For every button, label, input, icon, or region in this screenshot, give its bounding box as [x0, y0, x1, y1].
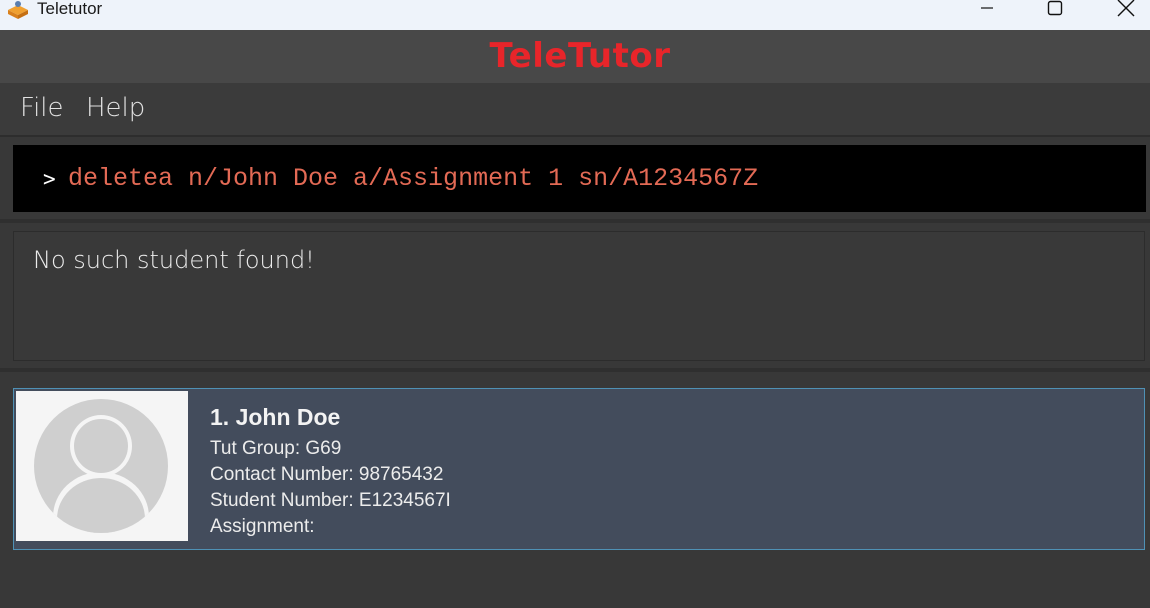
- command-prompt: >: [43, 167, 56, 191]
- command-box[interactable]: > deletea n/John Doe a/Assignment 1 sn/A…: [13, 145, 1146, 212]
- result-message: No such student found!: [33, 246, 315, 274]
- student-tut-group: Tut Group: G69: [210, 438, 342, 459]
- divider: [0, 368, 1150, 372]
- window-titlebar: Teletutor: [0, 0, 1150, 30]
- app-book-icon: [6, 0, 30, 20]
- maximize-button[interactable]: [1032, 0, 1078, 20]
- user-avatar-icon: [16, 399, 188, 545]
- menu-bar: File Help: [0, 83, 1150, 137]
- student-name: 1. John Doe: [210, 404, 341, 430]
- student-contact: Contact Number: 98765432: [210, 464, 444, 485]
- student-card[interactable]: 1. John Doe Tut Group: G69 Contact Numbe…: [13, 388, 1145, 550]
- student-assignment: Assignment:: [210, 516, 315, 537]
- minimize-icon: [979, 0, 995, 21]
- maximize-icon: [1047, 0, 1063, 21]
- avatar: [16, 391, 188, 541]
- divider: [0, 219, 1150, 223]
- result-display: No such student found!: [13, 231, 1145, 361]
- menu-help[interactable]: Help: [86, 93, 145, 123]
- student-number: Student Number: E1234567I: [210, 490, 451, 511]
- app-header: TeleTutor: [0, 30, 1150, 83]
- minimize-button[interactable]: [964, 0, 1010, 20]
- close-button[interactable]: [1103, 0, 1149, 20]
- window-title: Teletutor: [37, 0, 103, 18]
- command-input[interactable]: deletea n/John Doe a/Assignment 1 sn/A12…: [68, 164, 758, 193]
- app-title: TeleTutor: [489, 35, 671, 76]
- close-icon: [1117, 0, 1135, 22]
- menu-file[interactable]: File: [20, 93, 64, 123]
